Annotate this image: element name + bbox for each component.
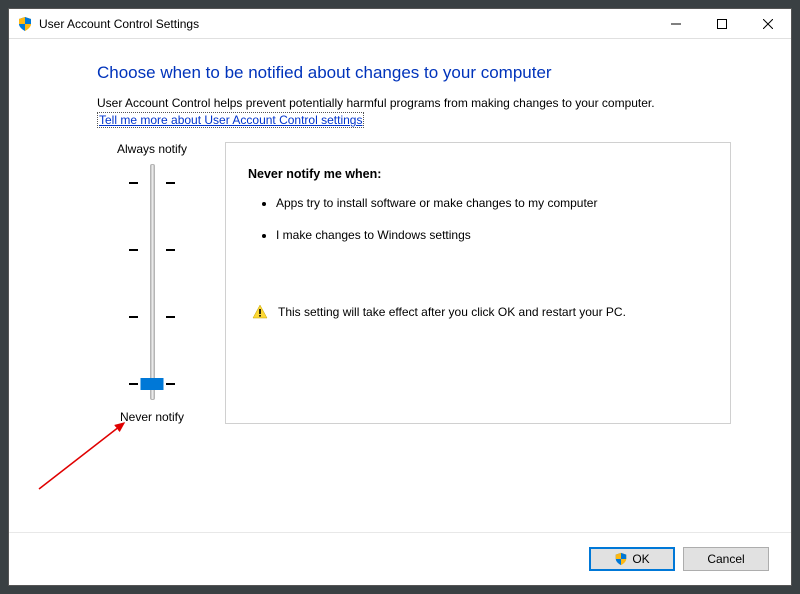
notification-slider[interactable] [129, 164, 175, 400]
close-button[interactable] [745, 9, 791, 39]
slider-label-bottom: Never notify [120, 410, 184, 424]
slider-tick-1 [129, 182, 175, 184]
content-area: Choose when to be notified about changes… [9, 39, 791, 532]
info-list-item: I make changes to Windows settings [276, 227, 712, 244]
description-text: User Account Control helps prevent poten… [97, 95, 731, 112]
info-list-item: Apps try to install software or make cha… [276, 195, 712, 212]
window-title: User Account Control Settings [39, 17, 653, 31]
title-bar: User Account Control Settings [9, 9, 791, 39]
info-list: Apps try to install software or make cha… [248, 195, 712, 244]
page-heading: Choose when to be notified about changes… [97, 63, 731, 83]
uac-settings-window: User Account Control Settings Choose whe… [8, 8, 792, 586]
slider-column: Always notify Never notify [97, 142, 207, 424]
minimize-button[interactable] [653, 9, 699, 39]
learn-more-link[interactable]: Tell me more about User Account Control … [97, 112, 364, 128]
info-panel: Never notify me when: Apps try to instal… [225, 142, 731, 424]
ok-button-label: OK [632, 552, 649, 566]
slider-label-top: Always notify [117, 142, 187, 156]
slider-track [150, 164, 155, 400]
ok-button[interactable]: OK [589, 547, 675, 571]
shield-icon [17, 16, 33, 32]
warning-icon [252, 304, 268, 320]
cancel-button-label: Cancel [707, 552, 744, 566]
warning-text: This setting will take effect after you … [278, 304, 626, 321]
warning-row: This setting will take effect after you … [248, 304, 712, 321]
cancel-button[interactable]: Cancel [683, 547, 769, 571]
button-footer: OK Cancel [9, 532, 791, 585]
maximize-button[interactable] [699, 9, 745, 39]
slider-tick-2 [129, 249, 175, 251]
shield-icon [614, 552, 628, 566]
slider-thumb[interactable] [141, 378, 164, 390]
info-title: Never notify me when: [248, 167, 712, 181]
slider-tick-3 [129, 316, 175, 318]
